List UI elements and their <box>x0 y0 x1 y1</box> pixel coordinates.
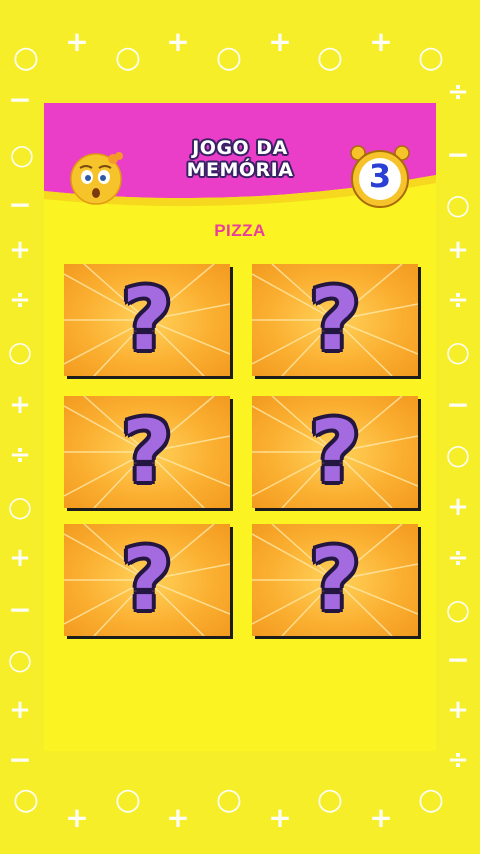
divide-symbol: ÷ <box>9 440 31 470</box>
plus-symbol: + <box>166 801 190 834</box>
minus-symbol: − <box>8 83 32 116</box>
plus-symbol: + <box>268 801 292 834</box>
memory-card[interactable]: ? <box>64 396 230 508</box>
circle-symbol: ○ <box>316 40 344 75</box>
plus-symbol: + <box>9 695 31 725</box>
circle-symbol: ○ <box>9 138 35 171</box>
plus-symbol: + <box>65 25 89 58</box>
circle-symbol: ○ <box>114 40 142 75</box>
divide-symbol: ÷ <box>447 543 469 573</box>
plus-symbol: + <box>447 235 469 265</box>
minus-symbol: − <box>446 643 470 676</box>
question-mark: ? <box>122 402 172 502</box>
circle-symbol: ○ <box>12 40 40 75</box>
game-panel: JOGO DA MEMÓRIA 3 PIZZA ? ? ? ? ? ? <box>44 103 436 751</box>
circle-symbol: ○ <box>417 40 445 75</box>
question-mark: ? <box>310 530 360 630</box>
question-mark: ? <box>122 530 172 630</box>
circle-symbol: ○ <box>445 188 471 221</box>
circle-symbol: ○ <box>445 593 471 626</box>
minus-symbol: − <box>8 743 32 776</box>
question-mark: ? <box>310 270 360 370</box>
timer-number: 3 <box>368 157 392 195</box>
circle-symbol: ○ <box>445 438 471 471</box>
memory-card[interactable]: ? <box>252 396 418 508</box>
circle-symbol: ○ <box>7 643 33 676</box>
memory-card[interactable]: ? <box>252 264 418 376</box>
plus-symbol: + <box>447 492 469 522</box>
plus-symbol: + <box>369 801 393 834</box>
minus-symbol: − <box>8 188 32 221</box>
countdown-timer: 3 <box>344 141 416 213</box>
plus-symbol: + <box>9 543 31 573</box>
minus-symbol: − <box>446 388 470 421</box>
question-mark: ? <box>122 270 172 370</box>
divide-symbol: ÷ <box>447 745 469 775</box>
divide-symbol: ÷ <box>447 77 469 107</box>
circle-symbol: ○ <box>114 782 142 817</box>
minus-symbol: − <box>446 138 470 171</box>
plus-symbol: + <box>9 235 31 265</box>
circle-symbol: ○ <box>7 335 33 368</box>
memory-card[interactable]: ? <box>252 524 418 636</box>
plus-symbol: + <box>268 25 292 58</box>
divide-symbol: ÷ <box>447 285 469 315</box>
circle-symbol: ○ <box>7 490 33 523</box>
circle-symbol: ○ <box>215 782 243 817</box>
circle-symbol: ○ <box>445 335 471 368</box>
circle-symbol: ○ <box>215 40 243 75</box>
plus-symbol: + <box>65 801 89 834</box>
target-word: PIZZA <box>214 221 266 240</box>
minus-symbol: − <box>8 593 32 626</box>
plus-symbol: + <box>369 25 393 58</box>
plus-symbol: + <box>9 390 31 420</box>
memory-card[interactable]: ? <box>64 524 230 636</box>
circle-symbol: ○ <box>316 782 344 817</box>
plus-symbol: + <box>166 25 190 58</box>
circle-symbol: ○ <box>417 782 445 817</box>
circle-symbol: ○ <box>12 782 40 817</box>
question-mark: ? <box>310 402 360 502</box>
plus-symbol: + <box>447 695 469 725</box>
divide-symbol: ÷ <box>9 285 31 315</box>
memory-card[interactable]: ? <box>64 264 230 376</box>
card-grid: ? ? ? ? ? ? <box>64 264 418 636</box>
